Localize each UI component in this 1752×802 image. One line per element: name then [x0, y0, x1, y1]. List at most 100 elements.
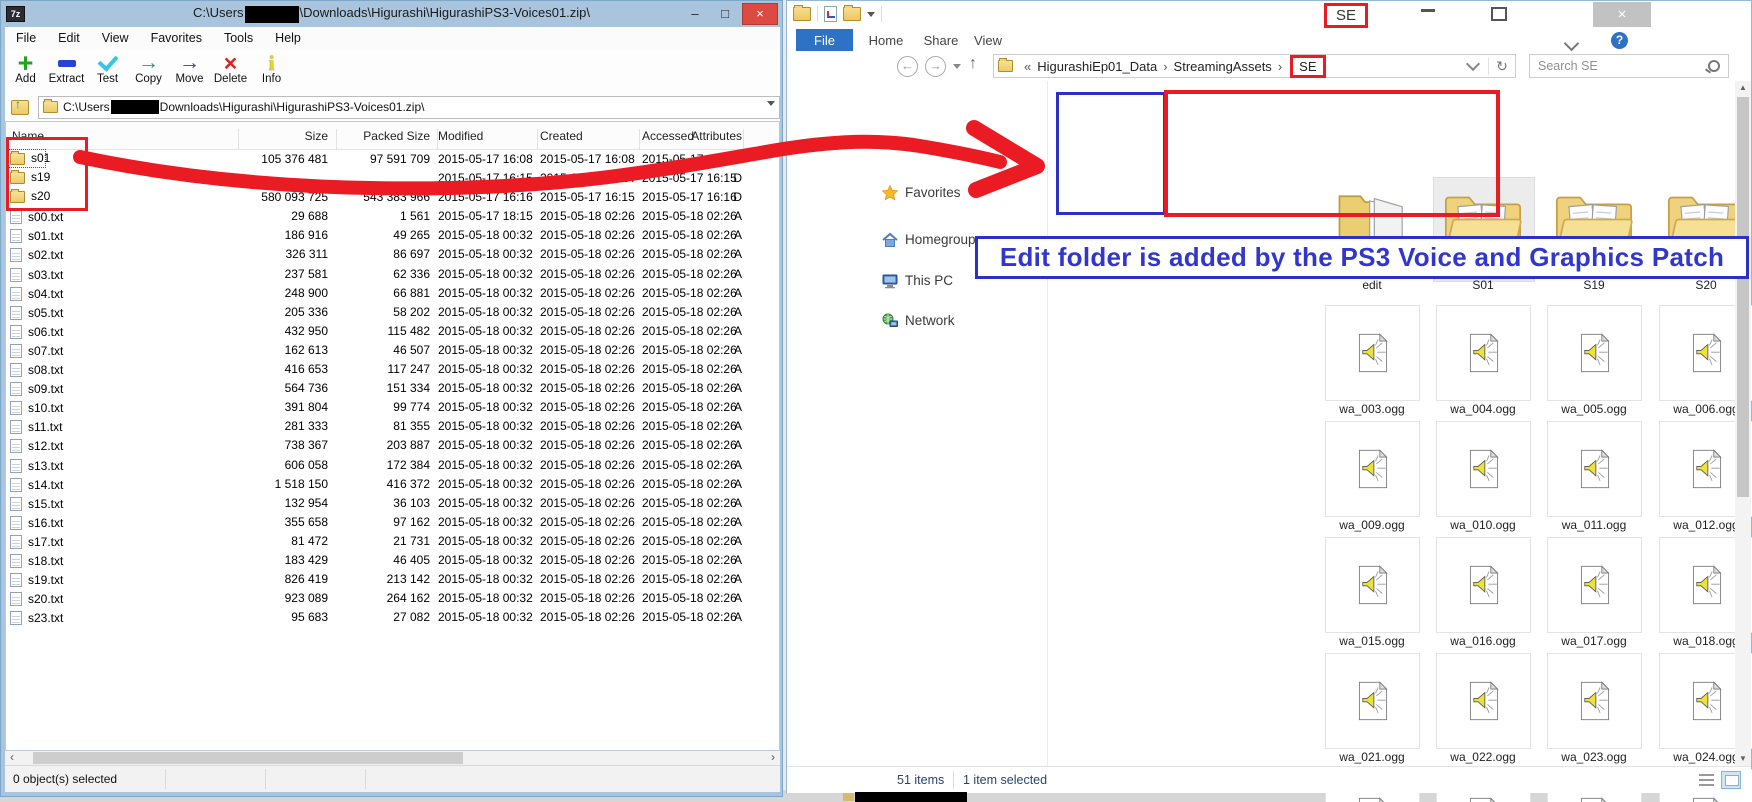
table-row-s05.txt[interactable]: s05.txt205 33658 2022015-05-18 00:322015… [6, 303, 779, 322]
scrollbar-thumb[interactable] [33, 752, 463, 764]
cell-cre: 2015-05-17 16:15 [540, 190, 635, 204]
cell-mod: 2015-05-18 00:32 [438, 438, 533, 452]
chevron-down-icon[interactable] [767, 101, 775, 106]
table-row-s07.txt[interactable]: s07.txt162 61346 5072015-05-18 00:322015… [6, 341, 779, 360]
table-row-s13.txt[interactable]: s13.txt606 058172 3842015-05-18 00:32201… [6, 456, 779, 475]
cell-pack: 264 162 [334, 591, 430, 605]
scroll-right-icon[interactable]: › [766, 751, 780, 765]
column-header-modified[interactable]: Modified [438, 129, 483, 143]
table-row-s12.txt[interactable]: s12.txt738 367203 8872015-05-18 00:32201… [6, 436, 779, 455]
address-input[interactable]: C:\UsersDownloads\Higurashi\HigurashiPS3… [38, 96, 780, 119]
help-icon[interactable]: ? [1611, 32, 1628, 49]
column-header-created[interactable]: Created [540, 129, 583, 143]
menu-item-tools[interactable]: Tools [213, 31, 264, 45]
scroll-down-icon[interactable]: ▼ [1735, 752, 1751, 766]
column-header-name[interactable]: Name [12, 129, 44, 143]
column-header-attributes[interactable]: Attributes [646, 129, 742, 143]
thumbnail-view-icon[interactable] [1721, 771, 1741, 789]
add-button[interactable]: +Add [5, 51, 46, 85]
table-row-s02.txt[interactable]: s02.txt326 31186 6972015-05-18 00:322015… [6, 245, 779, 264]
scroll-up-icon[interactable]: ▲ [1735, 81, 1751, 95]
table-row-s10.txt[interactable]: s10.txt391 80499 7742015-05-18 00:322015… [6, 398, 779, 417]
ribbon-expand-chevron-icon[interactable] [1564, 36, 1580, 52]
properties-icon[interactable] [824, 6, 837, 22]
table-row-s16.txt[interactable]: s16.txt355 65897 1622015-05-18 00:322015… [6, 513, 779, 532]
move-button[interactable]: →Move [169, 51, 210, 85]
table-row-s17.txt[interactable]: s17.txt81 47221 7312015-05-18 00:322015-… [6, 532, 779, 551]
this-pc-icon [882, 273, 898, 289]
test-button[interactable]: Test [87, 51, 128, 85]
table-row-s23.txt[interactable]: s23.txt95 68327 0822015-05-18 00:322015-… [6, 608, 779, 627]
new-folder-icon[interactable] [843, 7, 861, 21]
maximize-icon[interactable]: □ [712, 4, 738, 24]
refresh-icon[interactable]: ↻ [1488, 58, 1515, 75]
sidebar-item-network[interactable]: Network [787, 311, 1047, 333]
up-icon[interactable]: ↑ [969, 55, 977, 73]
chevron-right-icon[interactable]: › [1163, 59, 1167, 74]
file-name: s13.txt [28, 459, 63, 473]
table-row-s08.txt[interactable]: s08.txt416 653117 2472015-05-18 00:32201… [6, 360, 779, 379]
tab-file[interactable]: File [796, 29, 853, 51]
table-row-s19[interactable]: s192015-05-17 16:152015-05-17 16:142015-… [6, 169, 779, 188]
minimize-icon[interactable]: – [682, 4, 708, 24]
address-dropdown-chevron-icon[interactable] [1466, 57, 1480, 71]
close-icon[interactable]: × [1593, 2, 1651, 27]
info-button[interactable]: iInfo [251, 51, 292, 85]
table-row-s11.txt[interactable]: s11.txt281 33381 3552015-05-18 00:322015… [6, 417, 779, 436]
table-row-s18.txt[interactable]: s18.txt183 42946 4052015-05-18 00:322015… [6, 551, 779, 570]
up-folder-icon[interactable] [11, 100, 29, 115]
favorites-icon [882, 185, 898, 201]
menu-item-file[interactable]: File [5, 31, 47, 45]
chevron-down-icon[interactable] [867, 12, 875, 17]
table-row-s20[interactable]: s20580 093 725543 383 9662015-05-17 16:1… [6, 188, 779, 207]
sidebar-item-favorites[interactable]: Favorites [787, 183, 1047, 205]
maximize-icon[interactable] [1491, 7, 1507, 21]
scroll-left-icon[interactable]: ‹ [5, 751, 19, 765]
table-row-s06.txt[interactable]: s06.txt432 950115 4822015-05-18 00:32201… [6, 322, 779, 341]
column-header-packed-size[interactable]: Packed Size [334, 129, 430, 143]
table-row-s01[interactable]: s01105 376 48197 591 7092015-05-17 16:08… [6, 150, 779, 169]
breadcrumb[interactable]: « HigurashiEp01_Data › StreamingAssets › SE ↻ [993, 54, 1516, 78]
table-row-s01.txt[interactable]: s01.txt186 91649 2652015-05-18 00:322015… [6, 226, 779, 245]
scrollbar-thumb[interactable] [1737, 97, 1749, 497]
menu-item-view[interactable]: View [91, 31, 140, 45]
table-row-s19.txt[interactable]: s19.txt826 419213 1422015-05-18 00:32201… [6, 570, 779, 589]
recent-locations-chevron-icon[interactable] [953, 64, 961, 69]
breadcrumb-item-streamingassets[interactable]: StreamingAssets [1174, 59, 1272, 74]
copy-button[interactable]: →Copy [128, 51, 169, 85]
table-row-s04.txt[interactable]: s04.txt248 90066 8812015-05-18 00:322015… [6, 284, 779, 303]
table-row-s00.txt[interactable]: s00.txt29 6881 5612015-05-17 18:152015-0… [6, 207, 779, 226]
chevron-right-icon[interactable]: › [1278, 59, 1282, 74]
minimize-icon[interactable] [1421, 9, 1435, 12]
column-header-size[interactable]: Size [186, 129, 328, 143]
breadcrumb-item-higurashiep01_data[interactable]: HigurashiEp01_Data [1037, 59, 1157, 74]
audio-file-icon [1547, 305, 1642, 401]
search-input[interactable]: Search SE [1529, 54, 1729, 78]
table-row-s09.txt[interactable]: s09.txt564 736151 3342015-05-18 00:32201… [6, 379, 779, 398]
table-row-s03.txt[interactable]: s03.txt237 58162 3362015-05-18 00:322015… [6, 265, 779, 284]
tab-home[interactable]: Home [861, 29, 911, 51]
close-icon[interactable]: × [742, 3, 778, 25]
cell-cre: 2015-05-18 02:26 [540, 362, 635, 376]
audio-file-icon [1436, 537, 1531, 633]
menu-item-help[interactable]: Help [264, 31, 312, 45]
menu-item-edit[interactable]: Edit [47, 31, 91, 45]
horizontal-scrollbar[interactable]: ‹ › [5, 751, 780, 765]
forward-icon[interactable]: → [925, 56, 946, 77]
vertical-scrollbar[interactable]: ▲ ▼ [1735, 81, 1751, 766]
delete-button[interactable]: ×Delete [210, 51, 251, 85]
breadcrumb-overflow-icon[interactable]: « [1024, 59, 1031, 74]
extract-button[interactable]: Extract [46, 51, 87, 85]
details-view-icon[interactable] [1699, 774, 1714, 787]
table-row-s15.txt[interactable]: s15.txt132 95436 1032015-05-18 00:322015… [6, 494, 779, 513]
file-name: s14.txt [28, 478, 63, 492]
menu-item-favorites[interactable]: Favorites [140, 31, 213, 45]
tab-share[interactable]: Share [916, 29, 966, 51]
table-row-s20.txt[interactable]: s20.txt923 089264 1622015-05-18 00:32201… [6, 589, 779, 608]
breadcrumb-item-se[interactable]: SE [1290, 55, 1325, 78]
text-file-icon [10, 229, 22, 243]
table-row-s14.txt[interactable]: s14.txt1 518 150416 3722015-05-18 00:322… [6, 475, 779, 494]
back-icon[interactable]: ← [897, 56, 918, 77]
cell-cre: 2015-05-17 16:14 [540, 171, 635, 185]
tab-view[interactable]: View [966, 29, 1010, 51]
